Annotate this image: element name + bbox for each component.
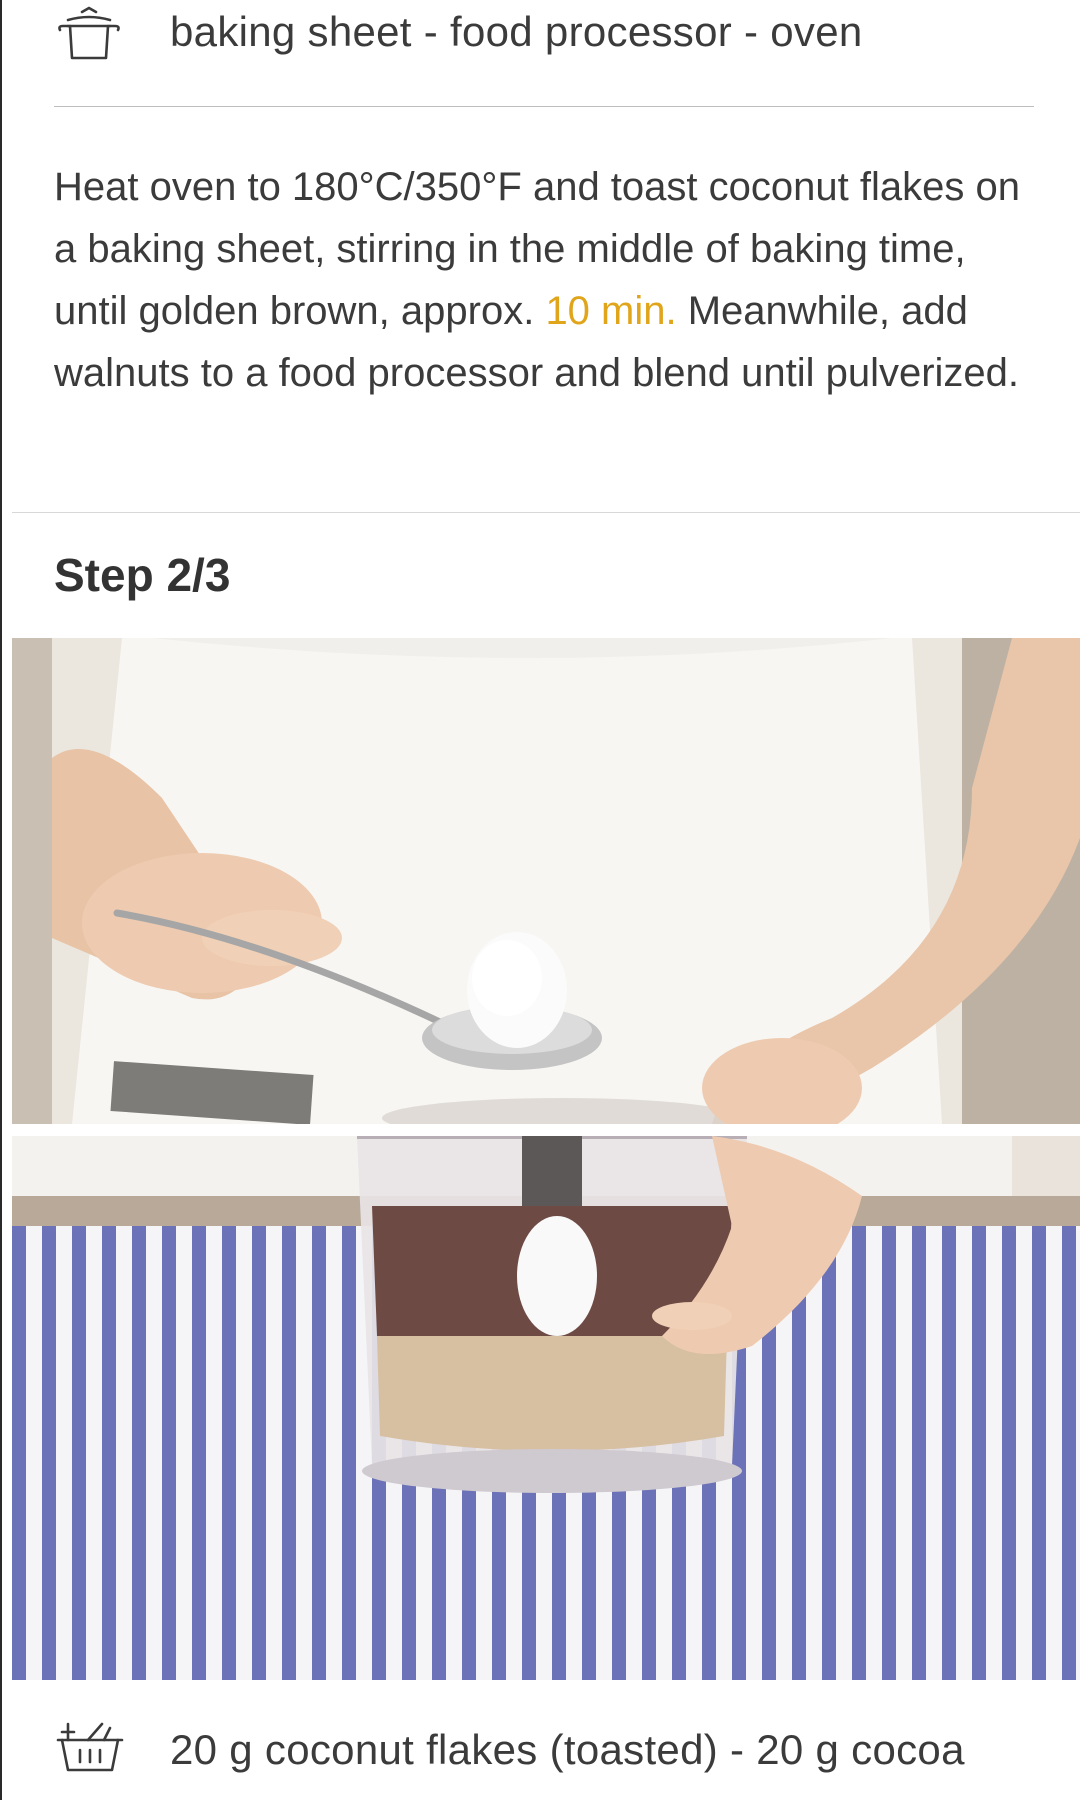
step-photo-bottom: [12, 1136, 1080, 1680]
step-photo-top: [12, 638, 1080, 1124]
shopping-basket-icon: [54, 1720, 126, 1780]
ingredients-text: 20 g coconut flakes (toasted) - 20 g coc…: [170, 1726, 965, 1773]
ingredients-row: 20 g coconut flakes (toasted) - 20 g coc…: [54, 1712, 1074, 1792]
timer-link[interactable]: 10 min.: [545, 289, 676, 333]
divider: [54, 106, 1034, 107]
step-title: Step 2/3: [54, 549, 231, 601]
pot-icon: [54, 4, 124, 64]
utensils-text: baking sheet - food processor - oven: [170, 8, 863, 55]
step-description: Heat oven to 180°C/350°F and toast cocon…: [54, 156, 1034, 404]
utensils-row: baking sheet - food processor - oven: [54, 0, 1034, 70]
divider: [12, 512, 1080, 513]
left-edge-border: [0, 0, 2, 1800]
